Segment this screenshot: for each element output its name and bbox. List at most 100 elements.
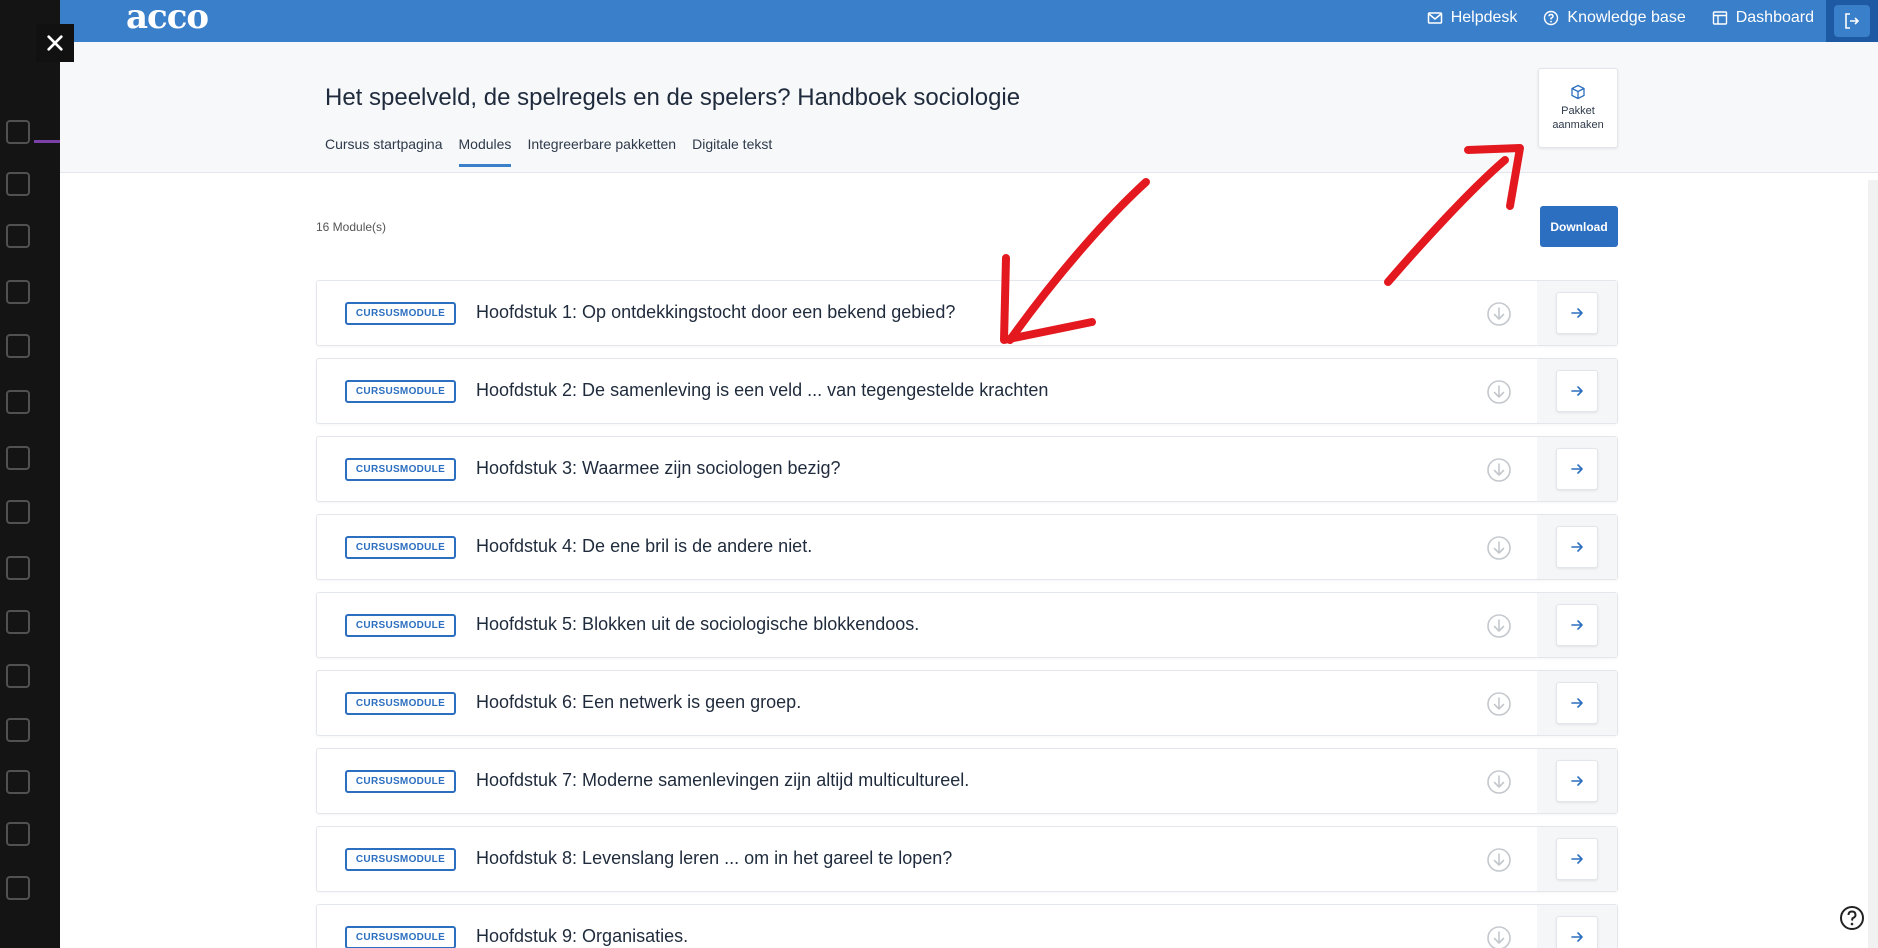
nav-knowledge-base[interactable]: Knowledge base [1543,9,1686,27]
module-row[interactable]: CURSUSMODULE Hoofdstuk 1: Op ontdekkings… [316,280,1618,346]
module-open-area [1537,593,1617,657]
download-circle-icon[interactable] [1486,613,1512,639]
module-open-area [1537,515,1617,579]
module-row[interactable]: CURSUSMODULE Hoofdstuk 6: Een netwerk is… [316,670,1618,736]
create-package-label-line1: Pakket [1561,105,1595,117]
open-module-button[interactable] [1556,292,1598,334]
background-bank-icon [6,120,30,144]
background-app [0,0,60,948]
module-open-area [1537,827,1617,891]
module-open-area [1537,281,1617,345]
open-module-button[interactable] [1556,526,1598,568]
background-tab-indicator [34,140,60,143]
tab-modules[interactable]: Modules [458,136,512,167]
background-list-icon [6,500,30,524]
arrow-right-icon [1571,932,1583,942]
arrow-right-icon [1571,308,1583,318]
download-circle-icon[interactable] [1486,301,1512,327]
logout-icon [1845,13,1860,29]
arrow-right-icon [1571,776,1583,786]
open-module-button[interactable] [1556,838,1598,880]
module-row[interactable]: CURSUSMODULE Hoofdstuk 9: Organisaties. [316,904,1618,948]
nav-dashboard-label: Dashboard [1735,9,1814,26]
open-module-button[interactable] [1556,760,1598,802]
module-list: CURSUSMODULE Hoofdstuk 1: Op ontdekkings… [316,280,1618,948]
course-title: Het speelveld, de spelregels en de spele… [325,84,1021,111]
arrow-right-icon [1571,542,1583,552]
background-lock-icon [6,664,30,688]
nav-knowledge-base-label: Knowledge base [1567,9,1686,26]
module-type-badge: CURSUSMODULE [345,692,456,715]
open-module-button[interactable] [1556,604,1598,646]
background-image-icon [6,610,30,634]
open-module-button[interactable] [1556,370,1598,412]
nav-dashboard[interactable]: Dashboard [1712,9,1814,27]
dashboard-icon [1712,11,1727,25]
arrow-right-icon [1571,464,1583,474]
background-tool-icon [6,822,30,846]
module-title[interactable]: Hoofdstuk 3: Waarmee zijn sociologen bez… [476,458,841,479]
download-button[interactable]: Download [1540,206,1618,247]
download-circle-icon[interactable] [1486,925,1512,948]
module-type-badge: CURSUSMODULE [345,770,456,793]
module-title[interactable]: Hoofdstuk 2: De samenleving is een veld … [476,380,1048,401]
module-open-area [1537,671,1617,735]
open-module-button[interactable] [1556,682,1598,724]
module-row[interactable]: CURSUSMODULE Hoofdstuk 7: Moderne samenl… [316,748,1618,814]
background-code-icon [6,718,30,742]
module-open-area [1537,749,1617,813]
course-header: Het speelveld, de spelregels en de spele… [60,42,1878,173]
create-package-button[interactable]: Pakket aanmaken [1538,68,1618,148]
help-icon[interactable] [1838,904,1866,932]
module-row[interactable]: CURSUSMODULE Hoofdstuk 4: De ene bril is… [316,514,1618,580]
module-type-badge: CURSUSMODULE [345,926,456,948]
create-package-label-line2: aanmaken [1552,119,1604,131]
acco-logo[interactable]: acco [126,0,209,34]
module-title[interactable]: Hoofdstuk 8: Levenslang leren ... om in … [476,848,952,869]
open-module-button[interactable] [1556,448,1598,490]
close-icon [47,35,63,51]
module-row[interactable]: CURSUSMODULE Hoofdstuk 2: De samenleving… [316,358,1618,424]
background-user-icon [6,172,30,196]
download-circle-icon[interactable] [1486,379,1512,405]
module-type-badge: CURSUSMODULE [345,302,456,325]
background-book-icon [6,280,30,304]
module-title[interactable]: Hoofdstuk 4: De ene bril is de andere ni… [476,536,812,557]
arrow-right-icon [1571,698,1583,708]
tab-cursus-startpagina[interactable]: Cursus startpagina [325,136,443,167]
top-bar: acco Helpdesk Knowledge base Dashboard [60,0,1878,42]
module-title[interactable]: Hoofdstuk 1: Op ontdekkingstocht door ee… [476,302,955,323]
module-type-badge: CURSUSMODULE [345,614,456,637]
tab-integreerbare-pakketten[interactable]: Integreerbare pakketten [527,136,676,167]
top-nav: Helpdesk Knowledge base Dashboard [1427,0,1814,36]
arrow-right-icon [1571,620,1583,630]
arrow-right-icon [1571,854,1583,864]
module-row[interactable]: CURSUSMODULE Hoofdstuk 5: Blokken uit de… [316,592,1618,658]
module-row[interactable]: CURSUSMODULE Hoofdstuk 8: Levenslang ler… [316,826,1618,892]
module-title[interactable]: Hoofdstuk 7: Moderne samenlevingen zijn … [476,770,969,791]
nav-helpdesk[interactable]: Helpdesk [1427,9,1518,27]
module-title[interactable]: Hoofdstuk 5: Blokken uit de sociologisch… [476,614,919,635]
tab-digitale-tekst[interactable]: Digitale tekst [692,136,772,167]
background-clipboard-icon [6,770,30,794]
scrollbar[interactable] [1868,180,1878,948]
logout-button[interactable] [1826,0,1878,42]
download-circle-icon[interactable] [1486,847,1512,873]
download-circle-icon[interactable] [1486,457,1512,483]
open-module-button[interactable] [1556,916,1598,948]
download-circle-icon[interactable] [1486,691,1512,717]
module-title[interactable]: Hoofdstuk 9: Organisaties. [476,926,688,947]
background-globe-icon [6,224,30,248]
mail-icon [1427,12,1442,24]
nav-helpdesk-label: Helpdesk [1450,9,1518,26]
module-row[interactable]: CURSUSMODULE Hoofdstuk 3: Waarmee zijn s… [316,436,1618,502]
module-type-badge: CURSUSMODULE [345,458,456,481]
arrow-right-icon [1571,386,1583,396]
help-circle-icon [1544,10,1559,26]
module-title[interactable]: Hoofdstuk 6: Een netwerk is geen groep. [476,692,801,713]
download-circle-icon[interactable] [1486,769,1512,795]
background-mail-icon [6,446,30,470]
download-circle-icon[interactable] [1486,535,1512,561]
close-modal-button[interactable] [36,24,74,62]
course-tabs: Cursus startpagina Modules Integreerbare… [325,136,772,167]
